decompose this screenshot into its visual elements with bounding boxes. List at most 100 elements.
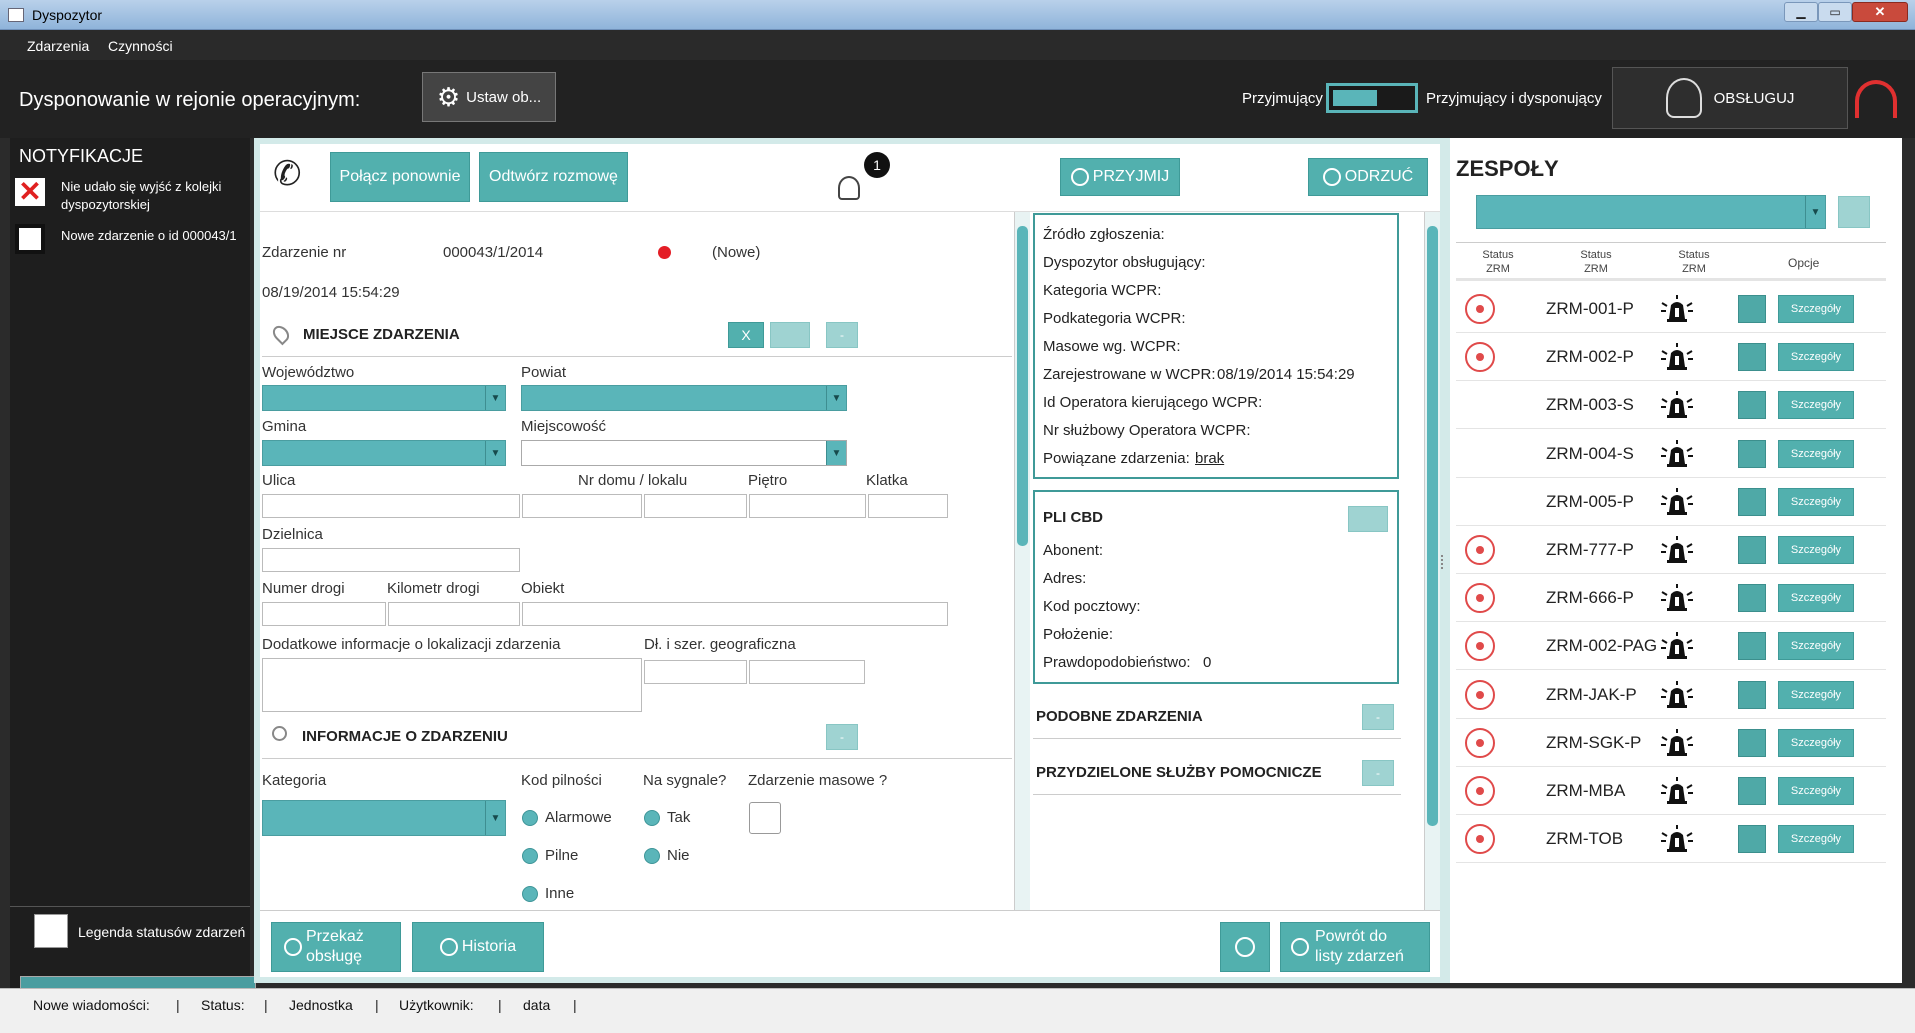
team-details-button[interactable]: Szczegóły (1778, 680, 1854, 709)
team-details-button[interactable]: Szczegóły (1778, 632, 1854, 661)
urgency-other-radio[interactable] (522, 886, 538, 902)
team-details-button[interactable]: Szczegóły (1778, 487, 1854, 516)
lot-no-input[interactable] (644, 494, 747, 518)
urgency-urgent-radio[interactable] (522, 848, 538, 864)
team-status-button[interactable] (1738, 343, 1766, 372)
pli-postal: Kod pocztowy: (1043, 598, 1141, 615)
reject-icon (1322, 168, 1341, 186)
team-status-button[interactable] (1738, 680, 1766, 709)
incident-collapse-button[interactable]: - (826, 724, 858, 750)
details-scrollbar-thumb[interactable] (1427, 226, 1438, 826)
reconnect-button[interactable]: Połącz ponownie (330, 152, 470, 202)
urgency-alarm-radio[interactable] (522, 810, 538, 826)
team-status-button[interactable] (1738, 439, 1766, 468)
team-details-button[interactable]: Szczegóły (1778, 584, 1854, 613)
team-status-button[interactable] (1738, 777, 1766, 805)
transfer-icon (284, 938, 302, 956)
teams-filter-select[interactable]: ▼ (1476, 195, 1826, 229)
menu-czynnosci[interactable]: Czynności (108, 38, 173, 54)
reject-button[interactable]: ODRZUĆ (1308, 158, 1428, 196)
status-new-messages: Nowe wiadomości: (33, 997, 150, 1013)
back-to-list-button[interactable]: Powrót do listy zdarzeń (1280, 922, 1430, 972)
street-label: Ulica (262, 472, 296, 489)
menu-zdarzenia[interactable]: Zdarzenia (27, 38, 89, 54)
minimize-button[interactable]: ▁ (1784, 2, 1818, 22)
longitude-input[interactable] (644, 660, 747, 684)
extra-info-textarea[interactable] (262, 658, 642, 712)
urgency-alarm-label: Alarmowe (545, 809, 612, 826)
transfer-button[interactable]: Przekaż obsługę (271, 922, 401, 972)
district-input[interactable] (262, 548, 520, 572)
close-button[interactable]: ✕ (1852, 2, 1908, 22)
team-details-button[interactable]: Szczegóły (1778, 728, 1854, 757)
mode-toggle[interactable] (1326, 83, 1418, 113)
floor-input[interactable] (749, 494, 866, 518)
maximize-button[interactable]: ▭ (1818, 2, 1852, 22)
mass-checkbox[interactable] (749, 802, 781, 834)
legend-checkbox[interactable] (34, 914, 68, 948)
action-icon-button[interactable] (1220, 922, 1270, 972)
team-details-button[interactable]: Szczegóły (1778, 536, 1854, 564)
county-select[interactable]: ▼ (521, 385, 847, 411)
location-target-button[interactable] (770, 322, 810, 348)
team-details-button[interactable]: Szczegóły (1778, 343, 1854, 372)
team-status-button[interactable] (1738, 825, 1766, 854)
location-clear-button[interactable]: X (728, 322, 764, 348)
mass-label: Zdarzenie masowe ? (748, 772, 888, 789)
team-status-button[interactable] (1738, 632, 1766, 661)
extra-info-label: Dodatkowe informacje o lokalizacji zdarz… (262, 636, 561, 653)
team-name: ZRM-005-P (1546, 491, 1634, 511)
team-status-button[interactable] (1738, 391, 1766, 420)
team-details-button[interactable]: Szczegóły (1778, 439, 1854, 468)
status-sep: | (375, 997, 379, 1013)
latitude-input[interactable] (749, 660, 865, 684)
team-status-button[interactable] (1738, 295, 1766, 323)
county-label: Powiat (521, 364, 567, 381)
road-no-input[interactable] (262, 602, 386, 626)
set-region-button[interactable]: ⚙ Ustaw ob... (422, 72, 556, 122)
status-unit: Jednostka (289, 997, 353, 1013)
wcpr-related-link[interactable]: brak (1195, 450, 1224, 467)
team-row: ZRM-666-P Szczegóły (1456, 574, 1886, 623)
team-details-button[interactable]: Szczegóły (1778, 777, 1854, 805)
voivodeship-select[interactable]: ▼ (262, 385, 506, 411)
details-scrollbar[interactable] (1424, 212, 1440, 910)
house-no-input[interactable] (522, 494, 642, 518)
replay-call-button[interactable]: Odtwórz rozmowę (479, 152, 628, 202)
pli-position: Położenie: (1043, 626, 1114, 643)
team-details-button[interactable]: Szczegóły (1778, 825, 1854, 854)
notification-item[interactable]: Nowe zdarzenie o id 000043/1 (10, 222, 250, 258)
team-details-button[interactable]: Szczegóły (1778, 391, 1854, 420)
history-button[interactable]: Historia (412, 922, 544, 972)
team-status-button[interactable] (1738, 487, 1766, 516)
road-km-input[interactable] (388, 602, 520, 626)
region-label: Dysponowanie w rejonie operacyjnym: (19, 89, 361, 111)
team-status-button[interactable] (1738, 584, 1766, 613)
assigned-collapse-button[interactable]: - (1362, 760, 1394, 786)
signal-no-radio[interactable] (644, 848, 660, 864)
commune-select[interactable]: ▼ (262, 440, 506, 466)
team-status-button[interactable] (1738, 536, 1766, 564)
notification-item[interactable]: ✕ Nie udało się wyjść z kolejki dyspozyt… (10, 176, 250, 220)
category-select[interactable]: ▼ (262, 800, 506, 836)
location-collapse-button[interactable]: - (826, 322, 858, 348)
pli-target-button[interactable] (1348, 506, 1388, 532)
similar-collapse-button[interactable]: - (1362, 704, 1394, 730)
col-header-3: Status ZRM (1678, 249, 1710, 275)
voivodeship-label: Województwo (262, 364, 355, 381)
serve-button[interactable]: OBSŁUGUJ (1612, 67, 1848, 129)
form-scrollbar[interactable] (1014, 212, 1030, 910)
town-select[interactable]: ▼ (521, 440, 847, 466)
teams-filter-button[interactable] (1838, 196, 1870, 228)
team-status-button[interactable] (1738, 728, 1766, 757)
team-details-button[interactable]: Szczegóły (1778, 295, 1854, 323)
street-input[interactable] (262, 494, 520, 518)
object-input[interactable] (522, 602, 948, 626)
accept-button[interactable]: PRZYJMIJ (1060, 158, 1180, 196)
signal-yes-radio[interactable] (644, 810, 660, 826)
record-status-icon (1465, 776, 1495, 806)
form-scrollbar-thumb[interactable] (1017, 226, 1028, 546)
status-status: Status: (201, 997, 245, 1013)
teams-splitter-icon[interactable] (1441, 555, 1447, 569)
staircase-input[interactable] (868, 494, 948, 518)
